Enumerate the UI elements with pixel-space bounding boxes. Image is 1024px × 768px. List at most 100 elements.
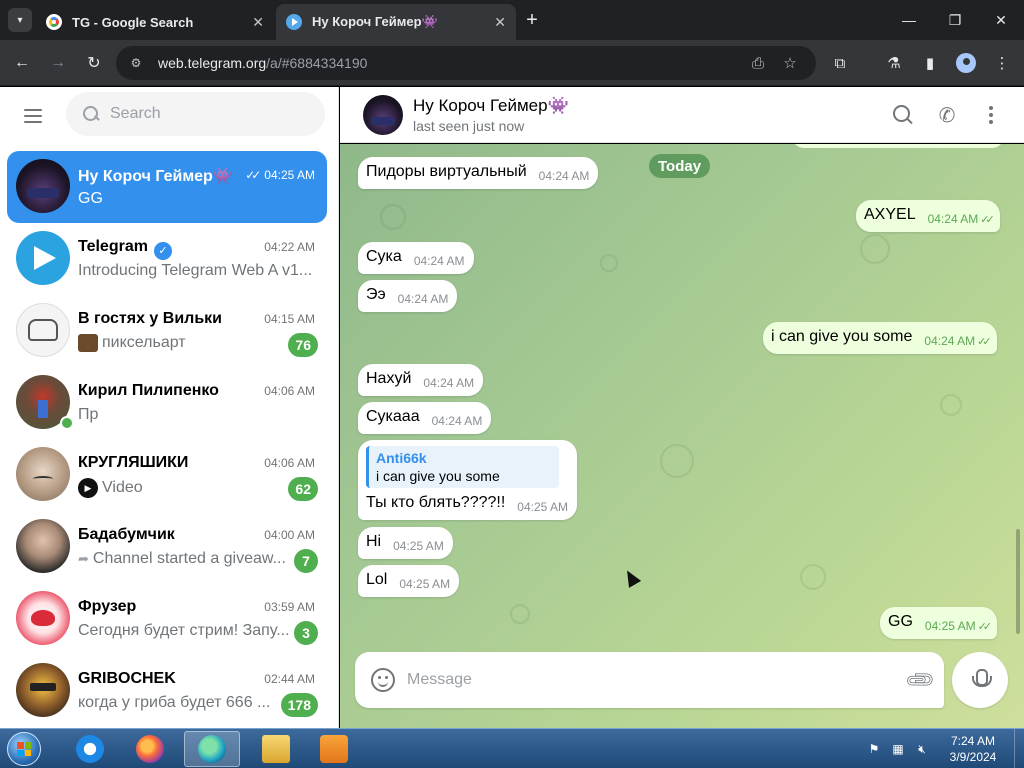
message-incoming-reply[interactable]: Anti66k i can give you some Ты кто блять… xyxy=(358,440,577,520)
more-menu-icon[interactable]: ⋮ xyxy=(990,51,1014,75)
chat-item[interactable]: Бадабумчик 04:00 AM ➦ Channel started a g… xyxy=(7,511,327,583)
internet-explorer-icon[interactable] xyxy=(62,731,118,767)
message-time: 04:24 AM xyxy=(413,254,465,268)
tab-google-search[interactable]: TG - Google Search ✕ xyxy=(36,4,274,40)
attach-paperclip-icon[interactable]: 📎︎ xyxy=(900,660,940,700)
chat-time: 04:06 AM xyxy=(264,384,315,398)
chat-time: 02:44 AM xyxy=(264,672,315,686)
chat-header[interactable]: Ну Короч Геймер👾 last seen just now ✆ xyxy=(340,87,1024,143)
message-incoming[interactable]: Lol 04:25 AM xyxy=(358,565,460,597)
message-text: Сука xyxy=(366,248,402,265)
message-text: Ээ xyxy=(366,286,386,303)
message-incoming[interactable]: Сука 04:24 AM xyxy=(358,242,474,274)
message-outgoing[interactable]: i can give you some 04:24 AM ✓✓ xyxy=(763,322,997,354)
forward-arrow-icon: ➦ xyxy=(78,551,89,566)
action-center-flag-icon[interactable]: ⚑ xyxy=(866,741,882,757)
avatar xyxy=(16,303,70,357)
chat-item[interactable]: В гостях у Вильки 04:15 AM пиксельарт 76 xyxy=(7,295,327,367)
avatar xyxy=(16,447,70,501)
bookmark-star-icon[interactable]: ☆ xyxy=(778,51,802,75)
message-composer[interactable]: 📎︎ xyxy=(355,652,944,708)
address-bar[interactable]: ⚙ web.telegram.org/a/#6884334190 ⎙ ☆ xyxy=(116,46,816,80)
search-field[interactable] xyxy=(66,92,325,136)
avatar xyxy=(16,231,70,285)
search-input[interactable] xyxy=(110,105,300,123)
clock-date: 3/9/2024 xyxy=(949,750,997,764)
install-app-icon[interactable]: ⎙ xyxy=(746,51,770,75)
tab-title: TG - Google Search xyxy=(72,14,194,30)
message-incoming[interactable]: Сукааа 04:24 AM xyxy=(358,402,492,434)
phone-call-icon[interactable]: ✆ xyxy=(933,101,961,129)
chat-item[interactable]: GRIBOCHEK 02:44 AM когда у гриба будет 6… xyxy=(7,655,327,727)
chat-item[interactable]: КРУГЛЯШИКИ 04:06 AM ▶ Video 62 xyxy=(7,439,327,511)
extensions-icon[interactable]: ⧉ xyxy=(828,51,852,75)
message-text: Hi xyxy=(366,533,382,550)
wallpaper-pattern xyxy=(860,234,890,264)
voice-record-button[interactable] xyxy=(952,652,1008,708)
more-options-icon[interactable] xyxy=(977,101,1005,129)
unread-badge: 62 xyxy=(288,477,318,501)
edge-browser-icon[interactable] xyxy=(184,731,240,767)
side-panel-icon[interactable]: ▮ xyxy=(918,51,942,75)
video-play-icon: ▶ xyxy=(78,478,98,498)
online-status-dot xyxy=(60,416,74,430)
chat-preview: когда у гриба будет 666 ... xyxy=(78,694,271,711)
chat-preview: ▶ Video xyxy=(78,478,143,498)
chat-item[interactable]: Telegram ✓ 04:22 AM Introducing Telegram … xyxy=(7,223,327,295)
message-outgoing[interactable]: AXYEL 04:24 AM ✓✓ xyxy=(856,200,1000,232)
minimize-icon[interactable]: — xyxy=(886,6,932,34)
reload-icon[interactable]: ↻ xyxy=(80,49,108,77)
network-icon[interactable]: ▦ xyxy=(890,741,906,757)
new-tab-icon[interactable]: + xyxy=(520,8,544,32)
volume-muted-icon[interactable]: 🔇︎ xyxy=(914,741,930,757)
chat-time: 03:59 AM xyxy=(264,600,315,614)
back-icon[interactable]: ← xyxy=(8,49,36,77)
message-time: 04:24 AM ✓✓ xyxy=(924,334,991,348)
restore-icon[interactable]: ❐ xyxy=(932,6,978,34)
message-text: AXYEL xyxy=(864,206,916,223)
message-list[interactable]: Today Пидоры виртуальный 04:24 AM AXYEL 04… xyxy=(340,144,1024,728)
show-desktop-button[interactable] xyxy=(1014,729,1024,768)
close-window-icon[interactable]: ✕ xyxy=(978,6,1024,34)
chat-preview: Introducing Telegram Web A v1... xyxy=(78,262,313,279)
start-button[interactable] xyxy=(4,730,44,768)
message-text: Сукааа xyxy=(366,408,420,425)
avatar[interactable] xyxy=(363,95,403,135)
close-tab-icon[interactable]: ✕ xyxy=(494,14,506,31)
double-check-icon: ✓✓ xyxy=(977,621,993,633)
url-text[interactable]: web.telegram.org/a/#6884334190 xyxy=(158,55,367,71)
firefox-icon[interactable] xyxy=(122,731,178,767)
chat-name-text: Telegram xyxy=(78,238,148,255)
message-incoming[interactable]: Нахуй 04:24 AM xyxy=(358,364,484,396)
reply-quote[interactable]: Anti66k i can give you some xyxy=(366,446,559,488)
media-player-icon[interactable] xyxy=(306,731,362,767)
mouse-cursor-icon xyxy=(621,567,642,588)
profile-avatar-icon[interactable] xyxy=(956,53,976,73)
windows-logo-icon xyxy=(7,732,41,766)
message-text: Нахуй xyxy=(366,370,412,387)
message-input[interactable] xyxy=(407,668,887,692)
hamburger-menu-icon[interactable] xyxy=(18,101,48,131)
message-time: 04:24 AM ✓✓ xyxy=(928,212,995,226)
chat-item[interactable]: Фрузер 03:59 AM Сегодня будет стрим! Зап… xyxy=(7,583,327,655)
file-explorer-icon[interactable] xyxy=(248,731,304,767)
chat-title[interactable]: Ну Короч Геймер👾 xyxy=(413,96,569,116)
system-clock[interactable]: 7:24 AM 3/9/2024 xyxy=(940,733,1006,765)
tab-search-icon[interactable]: ▾ xyxy=(8,8,32,32)
reply-text: i can give you some xyxy=(376,468,500,484)
labs-flask-icon[interactable]: ⚗ xyxy=(882,51,906,75)
scrollbar[interactable] xyxy=(1016,529,1020,634)
message-incoming[interactable]: Ээ 04:24 AM xyxy=(358,280,458,312)
tab-telegram-chat[interactable]: Ну Короч Геймер👾 ✕ xyxy=(276,4,516,40)
emoji-icon[interactable] xyxy=(371,668,395,692)
site-info-icon[interactable]: ⚙ xyxy=(124,51,148,75)
close-tab-icon[interactable]: ✕ xyxy=(252,14,264,31)
chat-item[interactable]: Ну Короч Геймер👾 ✓✓ 04:25 AM GG xyxy=(7,151,327,223)
forward-icon[interactable]: → xyxy=(44,49,72,77)
chat-time: 04:00 AM xyxy=(264,528,315,542)
message-incoming[interactable]: Пидоры виртуальный 04:24 AM xyxy=(358,157,599,189)
message-outgoing[interactable]: GG 04:25 AM ✓✓ xyxy=(880,607,998,639)
search-icon[interactable] xyxy=(889,101,917,129)
message-incoming[interactable]: Hi 04:25 AM xyxy=(358,527,453,559)
chat-item[interactable]: Кирил Пилипенко 04:06 AM Пр xyxy=(7,367,327,439)
